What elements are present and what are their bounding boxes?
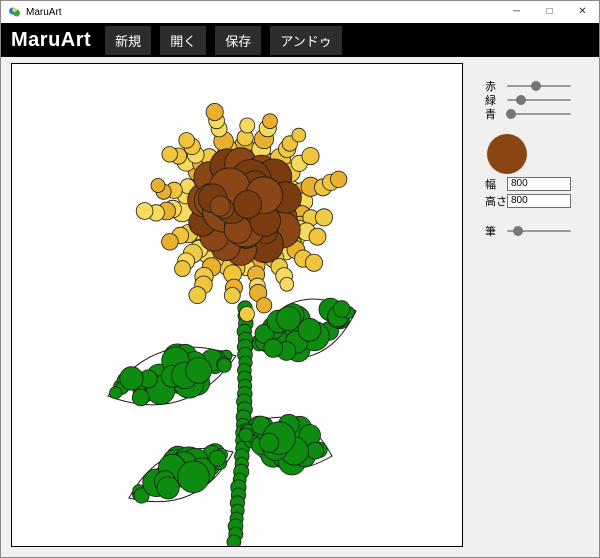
green-slider-thumb[interactable]: [516, 95, 526, 105]
red-slider-thumb[interactable]: [531, 81, 541, 91]
green-slider[interactable]: [507, 94, 571, 106]
blue-slider-thumb[interactable]: [506, 109, 516, 119]
height-input[interactable]: [507, 194, 571, 208]
minimize-button[interactable]: ─: [500, 1, 533, 23]
toolbar: MaruArt 新規 開く 保存 アンドゥ: [1, 23, 599, 57]
main-content: 赤 緑 青: [1, 57, 599, 558]
app-window: MaruArt ─ □ ✕ MaruArt 新規 開く 保存 アンドゥ 赤: [0, 0, 600, 558]
close-button[interactable]: ✕: [566, 1, 599, 23]
drawing-canvas[interactable]: [11, 63, 463, 547]
blue-slider-label: 青: [485, 106, 507, 122]
blue-slider[interactable]: [507, 108, 571, 120]
titlebar: MaruArt ─ □ ✕: [1, 1, 599, 23]
undo-button[interactable]: アンドゥ: [270, 26, 341, 55]
window-controls: ─ □ ✕: [500, 1, 599, 23]
height-field-row: 高さ: [485, 193, 591, 208]
width-field-row: 幅: [485, 176, 591, 191]
brush-slider-row: 筆: [485, 224, 591, 238]
height-field-label: 高さ: [485, 193, 507, 209]
open-button[interactable]: 開く: [160, 26, 206, 55]
save-button[interactable]: 保存: [215, 26, 261, 55]
app-brand: MaruArt: [11, 29, 91, 52]
green-slider-row: 緑: [485, 93, 591, 107]
red-slider[interactable]: [507, 80, 571, 92]
control-panel: 赤 緑 青: [485, 79, 591, 238]
app-icon: [8, 6, 21, 19]
window-title: MaruArt: [26, 7, 500, 18]
red-slider-row: 赤: [485, 79, 591, 93]
brush-slider[interactable]: [507, 225, 571, 237]
color-preview: [487, 134, 527, 174]
width-input[interactable]: [507, 177, 571, 191]
blue-slider-row: 青: [485, 107, 591, 121]
blue-slider-track: [507, 113, 571, 115]
sunflower-drawing: [12, 64, 462, 546]
maximize-button[interactable]: □: [533, 1, 566, 23]
new-button[interactable]: 新規: [105, 26, 151, 55]
brush-slider-label: 筆: [485, 223, 507, 239]
brush-slider-thumb[interactable]: [513, 226, 523, 236]
width-field-label: 幅: [485, 176, 507, 192]
